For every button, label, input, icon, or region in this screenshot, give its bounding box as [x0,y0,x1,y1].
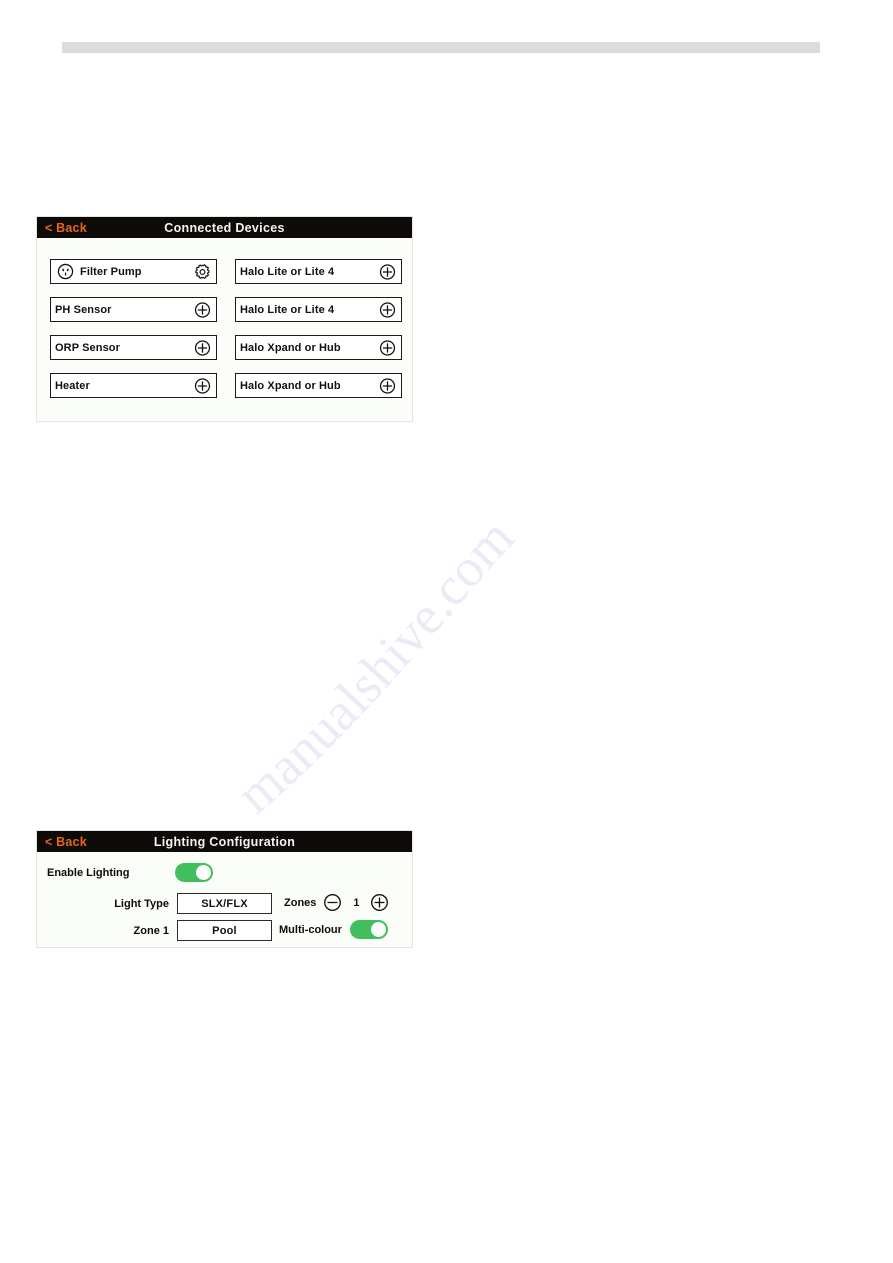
device-label: Halo Xpand or Hub [240,379,341,392]
device-label: ORP Sensor [55,341,120,354]
plus-circle-icon[interactable] [194,301,211,318]
watermark: manualshive.com [230,507,525,824]
light-type-value[interactable]: SLX/FLX [177,893,272,914]
zones-value: 1 [353,896,360,909]
minus-circle-icon[interactable] [323,893,342,912]
multi-colour-label: Multi-colour [279,923,342,936]
plus-circle-icon[interactable] [370,893,389,912]
zone-1-label: Zone 1 [133,924,169,937]
light-type-label: Light Type [114,897,169,910]
device-button-halo-xpand-2[interactable]: Halo Xpand or Hub [235,373,402,398]
gear-icon[interactable] [194,263,211,280]
lighting-configuration-screen: < Back Lighting Configuration Enable Lig… [36,830,413,948]
device-label: Heater [55,379,90,392]
page-title: Connected Devices [164,220,285,235]
lighting-configuration-header: < Back Lighting Configuration [37,831,412,852]
zones-stepper: 1 [316,893,396,912]
device-label: Halo Lite or Lite 4 [240,303,335,316]
page-top-rule [62,42,820,53]
plus-circle-icon[interactable] [379,377,396,394]
connected-devices-header: < Back Connected Devices [37,217,412,238]
multi-colour-toggle[interactable] [349,920,388,939]
back-button[interactable]: < Back [45,221,87,235]
device-button-grid: Filter Pump Halo Lite or Lite 4 PH Senso… [50,259,402,398]
zone-1-value[interactable]: Pool [177,920,272,941]
plus-circle-icon[interactable] [379,339,396,356]
toggle-knob [370,922,386,937]
toggle-knob [196,865,211,880]
enable-lighting-toggle[interactable] [175,863,213,882]
device-button-halo-lite-2[interactable]: Halo Lite or Lite 4 [235,297,402,322]
device-button-halo-xpand-1[interactable]: Halo Xpand or Hub [235,335,402,360]
enable-lighting-row: Enable Lighting [47,863,213,882]
zones-label: Zones [284,896,317,909]
device-button-orp-sensor[interactable]: ORP Sensor [50,335,217,360]
connected-devices-screen: < Back Connected Devices Filter Pump Hal… [36,216,413,422]
device-label: Halo Xpand or Hub [240,341,341,354]
device-button-filter-pump[interactable]: Filter Pump [50,259,217,284]
device-label: Halo Lite or Lite 4 [240,265,335,278]
zone-1-row: Zone 1 Pool [47,920,272,941]
plus-circle-icon[interactable] [194,339,211,356]
watermark-text: manualshive.com [230,507,525,824]
enable-lighting-label: Enable Lighting [47,866,130,879]
page-title: Lighting Configuration [153,834,296,849]
plus-circle-icon[interactable] [379,301,396,318]
plus-circle-icon[interactable] [194,377,211,394]
device-label: Filter Pump [80,265,142,278]
back-button[interactable]: < Back [45,835,87,849]
device-button-halo-lite-1[interactable]: Halo Lite or Lite 4 [235,259,402,284]
zones-row: Zones 1 [284,893,396,912]
power-outlet-icon [57,263,74,280]
device-button-ph-sensor[interactable]: PH Sensor [50,297,217,322]
plus-circle-icon[interactable] [379,263,396,280]
device-button-heater[interactable]: Heater [50,373,217,398]
light-type-row: Light Type SLX/FLX [47,893,272,914]
device-label: PH Sensor [55,303,112,316]
multi-colour-row: Multi-colour [279,920,388,939]
